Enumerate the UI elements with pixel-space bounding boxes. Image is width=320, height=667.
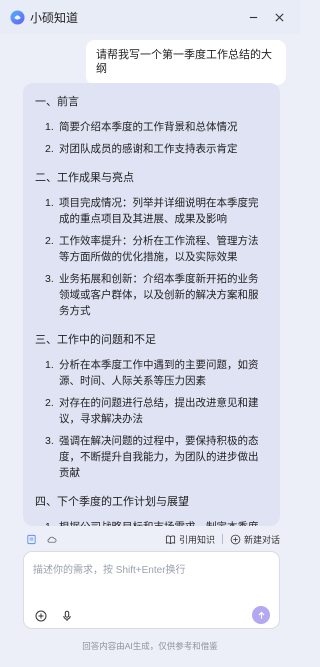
user-message-bubble: 请帮我写一个第一季度工作总结的大纲 xyxy=(86,40,286,85)
answer-section-heading: 二、工作成果与亮点 xyxy=(35,172,134,184)
list-item-text: 对团队成员的感谢和工作支持表示肯定 xyxy=(59,143,238,155)
answer-list-item: 1. 项目完成情况：列举并详细说明在本季度完成的重点项目及其进展、成果及影响 xyxy=(45,195,268,227)
answer-list-item: 1. 分析在本季度工作中遇到的主要问题，如资源、时间、人际关系等压力因素 xyxy=(45,357,268,389)
cite-knowledge-button[interactable]: 引用知识 xyxy=(165,533,215,546)
user-message-row: 请帮我写一个第一季度工作总结的大纲 xyxy=(0,40,300,85)
voice-input-button[interactable] xyxy=(59,608,75,624)
ai-disclaimer: 回答内容由AI生成，仅供参考和借鉴 xyxy=(82,641,218,651)
list-item-number: 3. xyxy=(45,273,54,285)
new-chat-label: 新建对话 xyxy=(243,534,280,545)
list-item-text: 对存在的问题进行总结，提出改进意见和建议，寻求解决办法 xyxy=(59,397,259,425)
prompt-input[interactable] xyxy=(33,561,271,589)
list-item-number: 1. xyxy=(45,359,54,371)
app-title: 小硕知道 xyxy=(30,10,79,25)
list-item-text: 分析在本季度工作中遇到的主要问题，如资源、时间、人际关系等压力因素 xyxy=(59,359,259,387)
book-icon xyxy=(165,535,176,544)
close-button[interactable] xyxy=(268,6,290,28)
list-item-number: 1. xyxy=(45,197,54,209)
plus-circle-icon xyxy=(230,534,241,544)
list-item-text: 简要介绍本季度的工作背景和总体情况 xyxy=(59,121,238,133)
title-bar: 小硕知道 xyxy=(0,0,300,34)
minimize-button[interactable] xyxy=(242,6,264,28)
cite-knowledge-label: 引用知识 xyxy=(178,534,215,545)
answer-section-heading: 三、工作中的问题和不足 xyxy=(35,334,156,346)
new-chat-button[interactable]: 新建对话 xyxy=(230,533,280,546)
cloud-mode-button[interactable] xyxy=(43,531,59,547)
list-item-number: 1. xyxy=(45,519,59,526)
minimize-icon xyxy=(249,16,257,18)
list-item-text: 业务拓展和创新：介绍本季度新开拓的业务领域或客户群体，以及创新的解决方案和服务方… xyxy=(59,273,259,317)
ai-answer-panel: 一、前言 1. 简要介绍本季度的工作背景和总体情况 2. 对团队成员的感谢和工作支持表示… xyxy=(23,83,280,526)
action-bar: 引用知识 新建对话 xyxy=(23,530,280,548)
cloud-icon xyxy=(47,536,56,543)
list-item-number: 3. xyxy=(45,435,54,447)
add-attachment-button[interactable] xyxy=(33,608,49,624)
list-item-text: 项目完成情况：列举并详细说明在本季度完成的重点项目及其进展、成果及影响 xyxy=(59,197,259,225)
answer-list-item: 2. 对存在的问题进行总结，提出改进意见和建议，寻求解决办法 xyxy=(45,395,268,427)
list-item-text: 强调在解决问题的过程中，要保持积极的态度，不断提升自我能力，为团队的进步做出贡献 xyxy=(59,435,259,479)
list-item-text: 根据公司战略目标和市场需求，制定本季度的工作重点和发展方向 xyxy=(59,519,268,526)
list-item-number: 1. xyxy=(45,121,54,133)
microphone-icon xyxy=(63,610,71,621)
plus-circle-icon xyxy=(35,610,47,622)
answer-list-item: 2. 对团队成员的感谢和工作支持表示肯定 xyxy=(45,141,268,157)
list-item-number: 2. xyxy=(45,143,54,155)
input-card xyxy=(23,551,280,629)
send-button[interactable] xyxy=(252,606,270,624)
list-item-number: 2. xyxy=(45,235,54,247)
arrow-up-icon xyxy=(258,611,264,619)
document-icon xyxy=(26,534,36,544)
close-icon xyxy=(274,12,284,22)
answer-list-item: 1.根据公司战略目标和市场需求，制定本季度的工作重点和发展方向 xyxy=(45,519,268,526)
answer-list-item: 3. 强调在解决问题的过程中，要保持积极的态度，不断提升自我能力，为团队的进步做出… xyxy=(45,433,268,481)
list-item-number: 2. xyxy=(45,397,54,409)
answer-section-heading: 四、下个季度的工作计划与展望 xyxy=(35,496,189,508)
app-logo-icon xyxy=(10,9,25,25)
answer-list-item: 2. 工作效率提升：分析在工作流程、管理方法等方面所做的优化措施，以及实际效果 xyxy=(45,233,268,265)
list-item-text: 工作效率提升：分析在工作流程、管理方法等方面所做的优化措施，以及实际效果 xyxy=(59,235,259,263)
answer-list-item: 3. 业务拓展和创新：介绍本季度新开拓的业务领域或客户群体，以及创新的解决方案和服… xyxy=(45,271,268,319)
action-divider xyxy=(221,534,223,544)
document-mode-button[interactable] xyxy=(23,531,39,547)
answer-list-item: 1. 简要介绍本季度的工作背景和总体情况 xyxy=(45,119,268,135)
answer-section-heading: 一、前言 xyxy=(35,96,79,108)
